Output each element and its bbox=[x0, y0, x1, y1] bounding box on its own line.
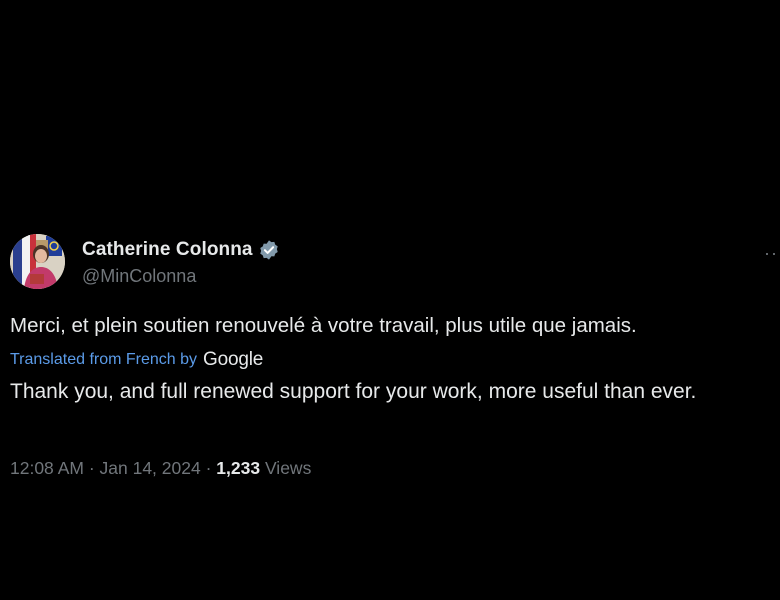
views-count[interactable]: 1,233 bbox=[216, 458, 260, 478]
tweet-time[interactable]: 12:08 AM bbox=[10, 458, 84, 478]
translated-text: Thank you, and full renewed support for … bbox=[10, 380, 697, 403]
meta-separator: · bbox=[200, 458, 217, 478]
translated-from-label[interactable]: Translated from French by bbox=[10, 351, 197, 369]
views-label[interactable]: Views bbox=[265, 458, 311, 478]
google-logo: Google bbox=[203, 349, 264, 370]
author-handle[interactable]: @MinColonna bbox=[82, 266, 196, 287]
tweet-metadata: 12:08 AM · Jan 14, 2024 · 1,233 Views bbox=[10, 458, 311, 479]
more-options-icon[interactable]: ·· bbox=[764, 244, 778, 262]
meta-separator: · bbox=[83, 458, 100, 478]
tweet: Catherine Colonna @MinColonna ·· Merci, … bbox=[10, 234, 780, 494]
tweet-date[interactable]: Jan 14, 2024 bbox=[100, 458, 201, 478]
author-display-name[interactable]: Catherine Colonna bbox=[82, 239, 253, 261]
author-name-row[interactable]: Catherine Colonna bbox=[82, 237, 280, 263]
avatar[interactable] bbox=[10, 234, 65, 289]
verified-badge-icon[interactable] bbox=[258, 239, 280, 261]
translation-attribution[interactable]: Translated from French by Google bbox=[10, 348, 263, 372]
avatar-image bbox=[10, 234, 65, 289]
tweet-text: Merci, et plein soutien renouvelé à votr… bbox=[10, 314, 637, 337]
